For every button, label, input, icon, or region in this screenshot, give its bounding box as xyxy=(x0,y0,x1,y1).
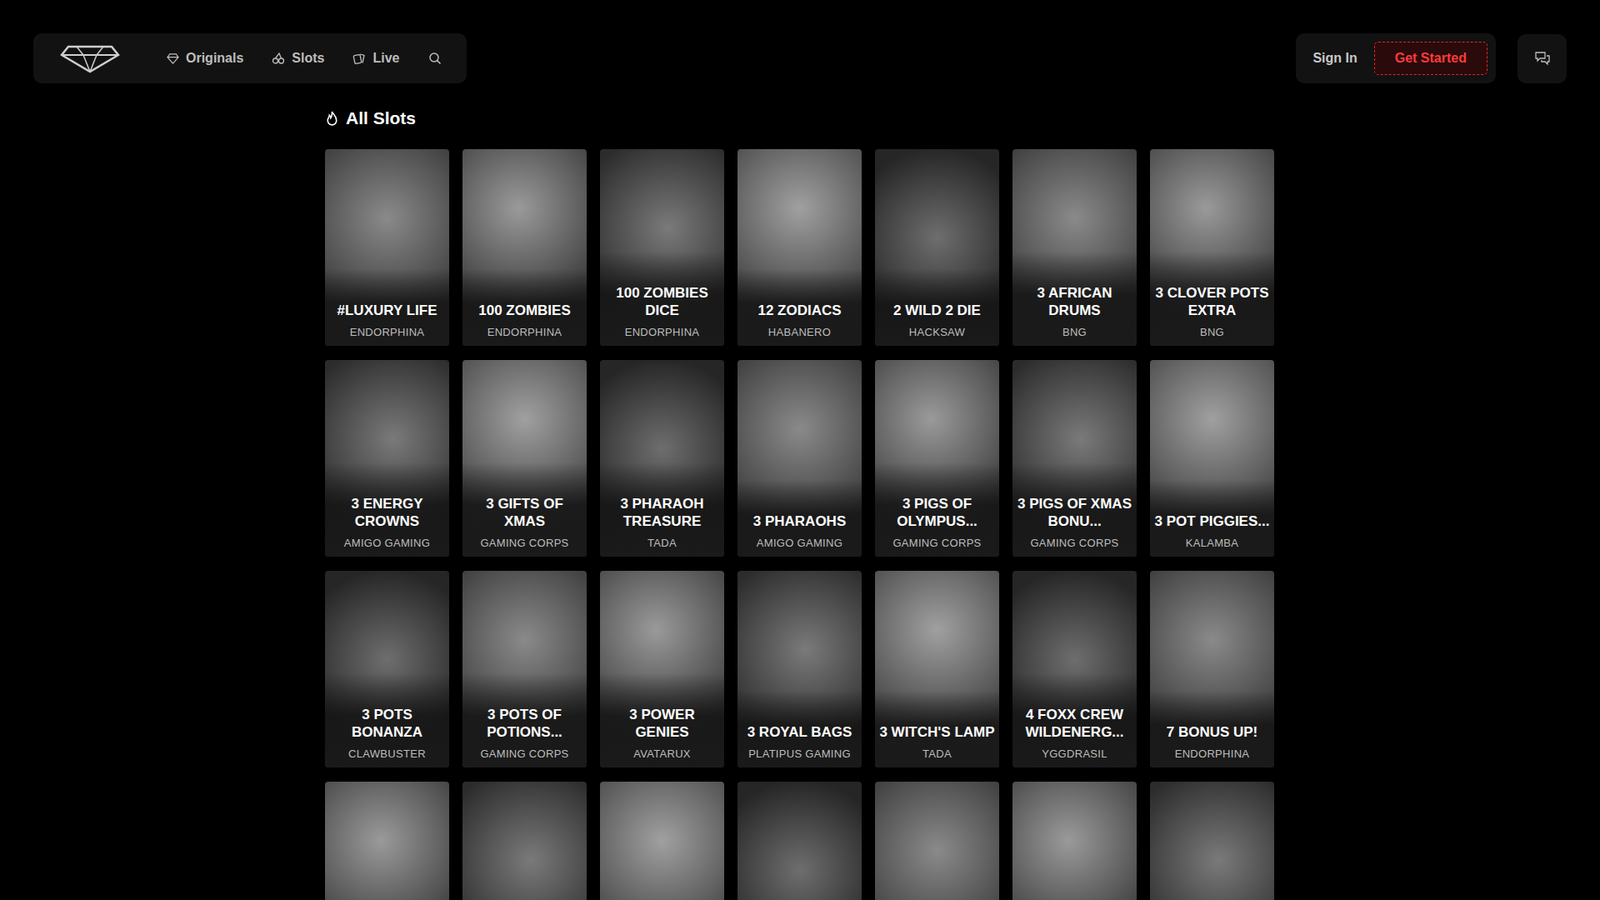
slot-provider: GAMING CORPS xyxy=(466,747,583,760)
slot-title: 3 ROYAL BAGS xyxy=(741,724,858,741)
slot-title: 3 PHARAOH TREASURE xyxy=(604,495,720,530)
slot-provider: GAMING CORPS xyxy=(879,536,995,550)
top-bar: Originals Slots Live Sign In Get Started xyxy=(33,33,1567,84)
slot-card[interactable]: 3 PHARAOHS AMIGO GAMING xyxy=(737,360,862,557)
slot-card[interactable] xyxy=(1012,781,1137,900)
slot-provider: AMIGO GAMING xyxy=(741,536,858,550)
slot-provider: TADA xyxy=(604,536,720,550)
slot-provider: CLAWBUSTER xyxy=(329,747,445,760)
slot-card[interactable]: 3 PIGS OF OLYMPUS... GAMING CORPS xyxy=(875,360,1000,557)
cards-icon xyxy=(352,51,366,65)
slot-title: 3 WITCH'S LAMP xyxy=(879,724,995,741)
slot-provider: GAMING CORPS xyxy=(1016,536,1133,550)
sign-in-button[interactable]: Sign In xyxy=(1312,50,1357,66)
slot-provider: TADA xyxy=(879,747,995,760)
slot-title: 4 FOXX CREW WILDENERG... xyxy=(1016,706,1133,741)
slot-title: 2 WILD 2 DIE xyxy=(879,302,995,320)
nav-item[interactable]: Live xyxy=(352,50,400,66)
flame-icon xyxy=(325,110,340,127)
slot-card[interactable]: 3 ENERGY CROWNS AMIGO GAMING xyxy=(325,360,450,557)
slot-provider: PLATIPUS GAMING xyxy=(741,747,858,760)
slot-art xyxy=(600,781,725,900)
slot-card[interactable]: 3 POTS OF POTIONS... GAMING CORPS xyxy=(462,570,587,768)
slot-provider: YGGDRASIL xyxy=(1016,747,1133,760)
slot-card[interactable]: 3 GIFTS OF XMAS GAMING CORPS xyxy=(462,360,587,557)
slot-title: 7 BONUS UP! xyxy=(1154,724,1270,741)
slot-art xyxy=(737,781,862,900)
slot-title: 3 POTS OF POTIONS... xyxy=(466,706,583,741)
slot-card[interactable]: 2 WILD 2 DIE HACKSAW xyxy=(875,149,1000,346)
slot-provider: BNG xyxy=(1016,325,1133,339)
slot-card[interactable]: 3 AFRICAN DRUMS BNG xyxy=(1012,149,1137,346)
slot-card[interactable]: 3 POT PIGGIES... KALAMBA xyxy=(1150,360,1275,557)
auth-box: Sign In Get Started xyxy=(1295,33,1496,84)
slot-card[interactable]: 3 PIGS OF XMAS BONU... GAMING CORPS xyxy=(1012,360,1137,557)
slot-art xyxy=(1150,781,1275,900)
slot-card[interactable]: 100 ZOMBIES ENDORPHINA xyxy=(462,149,587,346)
slot-card[interactable] xyxy=(737,781,862,900)
slot-art xyxy=(325,781,450,900)
slot-title: 3 PIGS OF XMAS BONU... xyxy=(1016,495,1133,530)
slot-provider: AMIGO GAMING xyxy=(329,536,445,550)
slot-provider: ENDORPHINA xyxy=(604,325,720,339)
slot-card[interactable] xyxy=(1150,781,1275,900)
slot-card[interactable] xyxy=(600,781,725,900)
section-title: All Slots xyxy=(325,108,1275,129)
slot-title: 3 PIGS OF OLYMPUS... xyxy=(879,495,995,530)
slot-title: 12 ZODIACS xyxy=(741,302,858,320)
slot-title: 3 PHARAOHS xyxy=(741,513,858,530)
slot-title: 3 AFRICAN DRUMS xyxy=(1016,285,1133,320)
slot-card[interactable]: 3 POTS BONANZA CLAWBUSTER xyxy=(325,570,450,768)
slot-card[interactable]: 7 BONUS UP! ENDORPHINA xyxy=(1150,570,1275,768)
slot-art xyxy=(875,781,1000,900)
gem-icon xyxy=(166,52,180,65)
chat-icon xyxy=(1534,50,1551,67)
slot-provider: KALAMBA xyxy=(1154,536,1270,550)
nav-item[interactable]: Slots xyxy=(271,50,325,66)
slot-title: 3 CLOVER POTS EXTRA xyxy=(1154,285,1270,320)
slot-provider: BNG xyxy=(1154,325,1270,339)
slots-section: All Slots #LUXURY LIFE ENDORPHINA 100 ZO… xyxy=(325,83,1275,900)
nav-item[interactable]: Originals xyxy=(166,50,244,66)
slot-provider: ENDORPHINA xyxy=(329,325,445,339)
slot-provider: AVATARUX xyxy=(604,747,720,760)
slot-card[interactable]: #LUXURY LIFE ENDORPHINA xyxy=(325,149,450,346)
slot-card[interactable] xyxy=(875,781,1000,900)
slot-card[interactable] xyxy=(325,781,450,900)
slot-card[interactable]: 4 FOXX CREW WILDENERG... YGGDRASIL xyxy=(1012,570,1137,768)
slot-card[interactable]: 3 CLOVER POTS EXTRA BNG xyxy=(1150,149,1275,346)
slot-title: 3 POT PIGGIES... xyxy=(1154,513,1270,530)
slot-card[interactable]: 3 PHARAOH TREASURE TADA xyxy=(600,360,725,557)
cherries-icon xyxy=(271,51,285,65)
slot-grid: #LUXURY LIFE ENDORPHINA 100 ZOMBIES ENDO… xyxy=(325,149,1275,900)
slot-card[interactable]: 3 POWER GENIES AVATARUX xyxy=(600,570,725,768)
slot-title: #LUXURY LIFE xyxy=(329,302,445,320)
slot-title: 100 ZOMBIES DICE xyxy=(604,285,720,320)
page: Originals Slots Live Sign In Get Started… xyxy=(0,0,1600,900)
slot-provider: HABANERO xyxy=(741,325,858,339)
slot-title: 3 GIFTS OF XMAS xyxy=(466,495,583,530)
slot-provider: HACKSAW xyxy=(879,325,995,339)
slot-provider: GAMING CORPS xyxy=(466,536,583,550)
slot-art xyxy=(1012,781,1137,900)
slot-title: 100 ZOMBIES xyxy=(466,302,583,320)
slot-art xyxy=(462,781,587,900)
slot-title: 3 POWER GENIES xyxy=(604,706,720,741)
slot-card[interactable]: 3 WITCH'S LAMP TADA xyxy=(875,570,1000,768)
search-icon xyxy=(428,51,442,65)
slot-card[interactable]: 100 ZOMBIES DICE ENDORPHINA xyxy=(600,149,725,346)
slot-provider: ENDORPHINA xyxy=(466,325,583,339)
chat-button[interactable] xyxy=(1517,34,1567,84)
slot-provider: ENDORPHINA xyxy=(1154,747,1270,760)
slot-title: 3 ENERGY CROWNS xyxy=(329,495,445,530)
slot-card[interactable]: 3 ROYAL BAGS PLATIPUS GAMING xyxy=(737,570,862,768)
search-button[interactable] xyxy=(428,51,442,65)
slot-card[interactable]: 12 ZODIACS HABANERO xyxy=(737,149,862,346)
nav-box: Originals Slots Live xyxy=(33,33,467,84)
get-started-button[interactable]: Get Started xyxy=(1374,41,1488,75)
logo-icon[interactable] xyxy=(60,43,120,74)
slot-card[interactable] xyxy=(462,781,587,900)
slot-title: 3 POTS BONANZA xyxy=(329,706,445,741)
